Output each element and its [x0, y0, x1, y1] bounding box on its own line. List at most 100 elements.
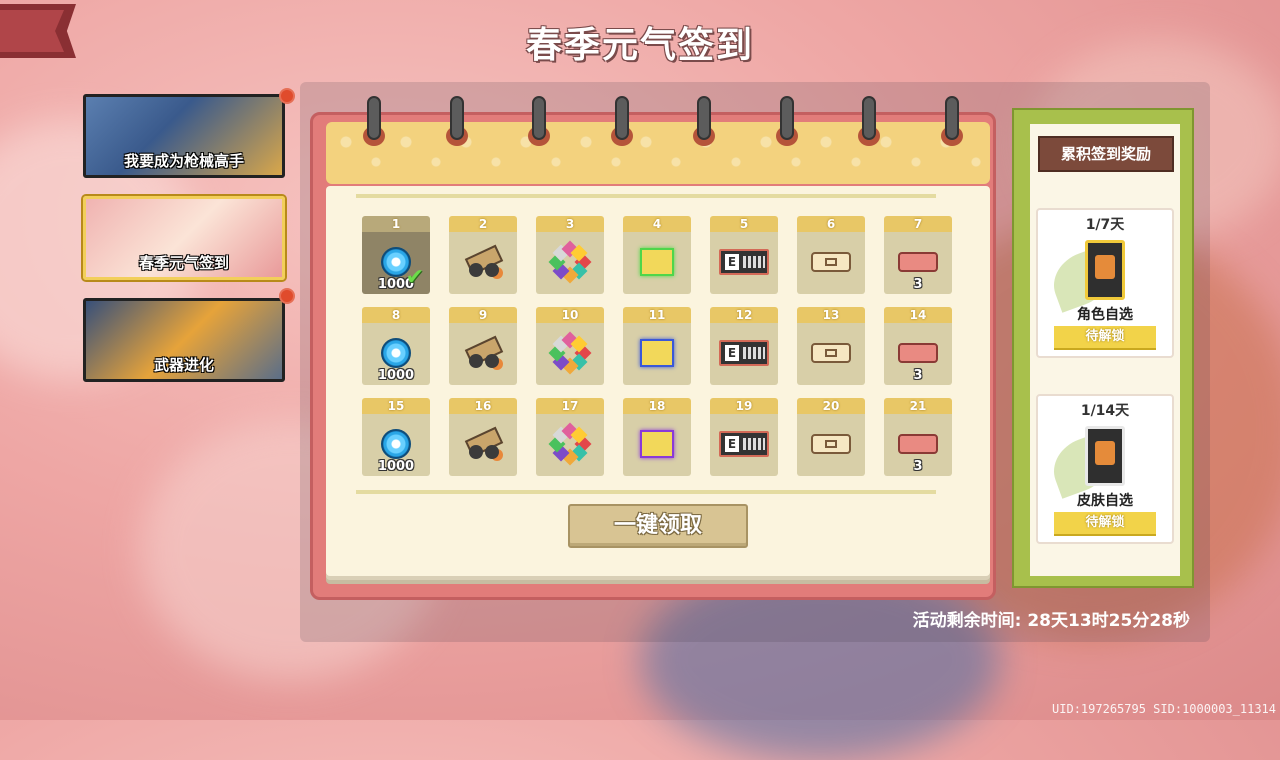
character-card-icon — [1085, 240, 1125, 300]
notification-dot — [279, 288, 295, 304]
day-cell-9[interactable]: 9 — [449, 307, 517, 385]
card-icon: E — [719, 340, 769, 366]
page-title: 春季元气签到 — [525, 25, 754, 66]
ticket-icon — [811, 252, 851, 272]
day-number: 5 — [710, 216, 778, 232]
day-number: 16 — [449, 398, 517, 414]
binder-ring — [614, 96, 629, 140]
day-number: 11 — [623, 307, 691, 323]
cannon-icon — [463, 336, 503, 370]
binder-ring — [532, 96, 546, 140]
day-number: 8 — [362, 307, 430, 323]
day-number: 7 — [884, 216, 952, 232]
item-count: 3 — [913, 368, 923, 383]
day-number: 2 — [449, 216, 517, 232]
ticket-icon — [811, 343, 851, 363]
day-cell-13[interactable]: 13 — [797, 307, 865, 385]
leaves-icon — [548, 240, 592, 284]
calendar-header — [326, 122, 990, 184]
notification-dot — [279, 88, 295, 104]
day-number: 14 — [884, 307, 952, 323]
reward-status: 待解锁 — [1054, 326, 1156, 350]
reward-character-select[interactable]: 1/7天 角色自选 待解锁 — [1036, 208, 1174, 358]
leaves-icon — [548, 331, 592, 375]
card-icon: E — [719, 431, 769, 457]
day-number: 10 — [536, 307, 604, 323]
event-timer: 活动剩余时间: 28天13时25分28秒 — [912, 611, 1190, 631]
reward-name: 皮肤自选 — [1077, 493, 1133, 509]
day-cell-12[interactable]: 12 E — [710, 307, 778, 385]
binder-ring — [779, 96, 794, 140]
checkmark-icon: ✔ — [405, 265, 424, 290]
day-cell-10[interactable]: 10 — [536, 307, 604, 385]
skin-card-icon — [1085, 426, 1125, 486]
card-icon: E — [719, 249, 769, 275]
cumulative-title: 累积签到奖励 — [1038, 136, 1174, 172]
day-number: 4 — [623, 216, 691, 232]
leaves-icon — [548, 422, 592, 466]
claim-all-button[interactable]: 一键领取 — [568, 504, 748, 548]
purple-scroll-icon — [640, 430, 674, 458]
reward-progress: 1/7天 — [1085, 217, 1125, 233]
green-scroll-icon — [640, 248, 674, 276]
day-number: 15 — [362, 398, 430, 414]
item-count: 1000 — [377, 459, 415, 474]
day-cell-20[interactable]: 20 — [797, 398, 865, 476]
menu-label: 春季元气签到 — [138, 254, 229, 272]
day-number: 1 — [362, 216, 430, 232]
day-cell-5[interactable]: 5E — [710, 216, 778, 294]
cannon-icon — [463, 427, 503, 461]
binder-ring — [449, 96, 464, 140]
binder-ring — [862, 96, 876, 140]
menu-label: 我要成为枪械高手 — [123, 152, 244, 170]
day-cell-7[interactable]: 73 — [884, 216, 952, 294]
day-cell-17[interactable]: 17 — [536, 398, 604, 476]
day-number: 19 — [710, 398, 778, 414]
day-number: 6 — [797, 216, 865, 232]
binder-ring — [697, 96, 711, 140]
red-ticket-icon — [898, 252, 938, 272]
binder-ring — [944, 96, 959, 140]
day-cell-2[interactable]: 2 — [449, 216, 517, 294]
red-ticket-icon — [898, 434, 938, 454]
red-ticket-icon — [898, 343, 938, 363]
reward-name: 角色自选 — [1077, 307, 1133, 323]
day-cell-18[interactable]: 18 — [623, 398, 691, 476]
menu-label: 武器进化 — [153, 356, 214, 374]
day-cell-1[interactable]: 1 1000 ✔ — [362, 216, 430, 294]
day-number: 21 — [884, 398, 952, 414]
binder-ring — [367, 96, 381, 140]
day-number: 13 — [797, 307, 865, 323]
divider — [356, 490, 936, 494]
day-cell-15[interactable]: 15 1000 — [362, 398, 430, 476]
cannon-icon — [463, 245, 503, 279]
day-number: 20 — [797, 398, 865, 414]
day-number: 9 — [449, 307, 517, 323]
menu-spring-checkin[interactable]: 春季元气签到 — [83, 196, 285, 280]
day-number: 3 — [536, 216, 604, 232]
menu-weapon-evolve[interactable]: 武器进化 — [83, 298, 285, 382]
day-cell-11[interactable]: 11 — [623, 307, 691, 385]
divider — [356, 194, 936, 198]
uid-label: UID:197265795 SID:1000003_11314 — [1052, 702, 1276, 716]
day-cell-16[interactable]: 16 — [449, 398, 517, 476]
blue-scroll-icon — [640, 339, 674, 367]
day-cell-6[interactable]: 6 — [797, 216, 865, 294]
day-cell-21[interactable]: 21 3 — [884, 398, 952, 476]
reward-status: 待解锁 — [1054, 512, 1156, 536]
day-cell-8[interactable]: 8 1000 — [362, 307, 430, 385]
day-number: 17 — [536, 398, 604, 414]
gem-icon — [381, 338, 411, 368]
gem-icon — [381, 429, 411, 459]
item-count: 3 — [913, 277, 923, 292]
day-cell-19[interactable]: 19 E — [710, 398, 778, 476]
reward-skin-select[interactable]: 1/14天 皮肤自选 待解锁 — [1036, 394, 1174, 544]
day-number: 18 — [623, 398, 691, 414]
day-cell-4[interactable]: 4 — [623, 216, 691, 294]
item-count: 1000 — [377, 368, 415, 383]
day-cell-14[interactable]: 14 3 — [884, 307, 952, 385]
ticket-icon — [811, 434, 851, 454]
day-cell-3[interactable]: 3 — [536, 216, 604, 294]
reward-progress: 1/14天 — [1080, 403, 1130, 419]
menu-gun-master[interactable]: 我要成为枪械高手 — [83, 94, 285, 178]
